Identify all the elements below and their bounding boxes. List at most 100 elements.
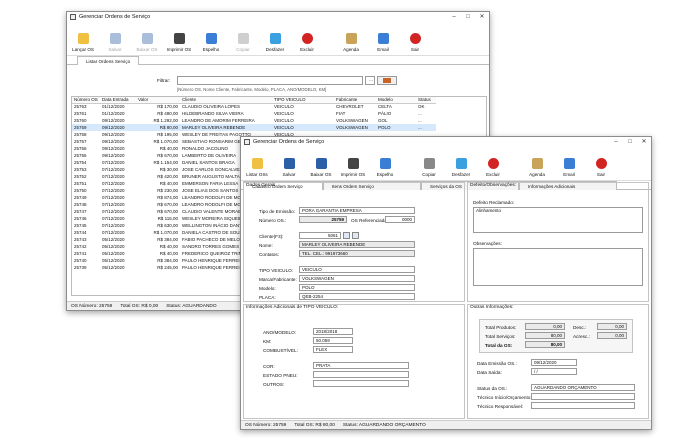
status-os-select[interactable]: AGUARDANDO ORÇAMENTO (531, 384, 635, 391)
marca-label: Marca/Fabricante: (259, 277, 297, 282)
table-row[interactable]: 25759 09/12/2020 R$ 80,00 MARLEY OLIVEIRA R… (72, 124, 436, 131)
tot-serv-field[interactable]: 80,00 (525, 332, 565, 339)
comb-field[interactable]: FLEX (313, 346, 353, 353)
toolbar-button-save[interactable]: Salvar (273, 147, 305, 180)
toolbar-button-power[interactable]: Sair (399, 22, 431, 55)
table-cell: 01/12/2020 (102, 104, 125, 110)
toolbar-button-calendar[interactable]: Agenda (335, 22, 367, 55)
toolbar-button-delete[interactable]: Excluir (291, 22, 323, 55)
toolbar-button-printer[interactable]: Imprimir OS (337, 147, 369, 180)
tec-resp-select[interactable] (531, 402, 635, 409)
copy-icon (422, 156, 436, 170)
table-cell: 25759 (72, 124, 100, 131)
toolbar-button-copy[interactable]: Copiar (227, 22, 259, 55)
toolbar-button-document[interactable]: Espelho (195, 22, 227, 55)
contatos-label: Contatos: (259, 252, 280, 257)
modelo-field[interactable]: POLO (299, 284, 415, 291)
toolbar-button-download[interactable]: Baixar OS (131, 22, 163, 55)
cliente-id-field[interactable]: 5061 (299, 232, 341, 239)
toolbar-button-calendar[interactable]: Agenda (521, 147, 553, 180)
os-ref-field[interactable]: 0000 (385, 216, 415, 223)
tec-inicio-select[interactable] (531, 393, 635, 400)
minimize-button[interactable]: – (609, 137, 623, 147)
obs-textarea[interactable] (473, 248, 643, 286)
status-text: Total OS: R$ 80,00 (294, 423, 335, 428)
tot-os-label: Total da OS: (485, 343, 513, 348)
defeito-title: Defeito/Observações: (470, 183, 517, 188)
table-cell: CLAUDIO OLIVEIRA LOPES (182, 104, 241, 110)
toolbar-button-undo[interactable]: Desfazer (445, 147, 477, 180)
table-cell: OK (418, 104, 425, 110)
toolbar-button-delete[interactable]: Excluir (477, 147, 509, 180)
toolbar-button-copy[interactable]: Copiar (413, 147, 445, 180)
data-emissao-field[interactable]: 09/12/2020 (531, 359, 577, 366)
column-header[interactable]: Número OS (72, 97, 100, 104)
tab-listar-ordens[interactable]: Listar Ordens Serviço (77, 56, 140, 65)
table-cell: 25755 (74, 153, 87, 158)
toolbar-button-email[interactable]: Email (553, 147, 585, 180)
placa-field[interactable]: QEB-2254 (299, 293, 415, 300)
table-cell: R$ 170,00 (157, 104, 178, 110)
maximize-button[interactable]: □ (461, 12, 475, 22)
estado-field[interactable] (313, 371, 409, 378)
tipo-emissao-select[interactable]: PORA GARANTIA EMPRESA (299, 207, 415, 214)
table-cell: 25752 (74, 174, 87, 179)
save-icon (282, 156, 296, 170)
tot-os-field[interactable]: 80,00 (525, 341, 565, 348)
table-cell: R$ 480,00 (157, 111, 178, 116)
toolbar-button-printer[interactable]: Imprimir OS (163, 22, 195, 55)
defeito-textarea[interactable]: Alinhamento (473, 207, 643, 233)
toolbar-button-label: Imprimir OS (340, 172, 366, 177)
table-cell: CELTA (378, 104, 392, 110)
numero-os-field[interactable]: 25759 (299, 216, 347, 223)
contatos-field[interactable]: TEL. CEL.: 991973660 (299, 250, 415, 257)
toolbar-button-new-file[interactable]: Lançar OS (67, 22, 99, 55)
table-row[interactable]: 25760 09/12/2020 R$ 1.292,00 LEANDRO DE AMO… (72, 117, 436, 124)
toolbar: Listar OSs Salvar Baixar OS Imprimir OS Espe… (241, 147, 651, 181)
table-row[interactable]: 25763 01/12/2020 R$ 170,00 CLAUDIO OLIVEIRA… (72, 103, 436, 110)
maximize-button[interactable]: □ (623, 137, 637, 147)
km-field[interactable]: 50.059 (313, 337, 353, 344)
table-cell: 25756 (74, 146, 87, 151)
table-row[interactable]: 25761 01/12/2020 R$ 480,00 HILDEBRANDO SILV… (72, 110, 436, 117)
toolbar-button-save[interactable]: Salvar (99, 22, 131, 55)
acresc-field[interactable]: 0,00 (597, 332, 627, 339)
table-cell: PÁLIO (378, 111, 392, 116)
delete-icon (486, 156, 500, 170)
tot-prod-label: Total Produtos: (485, 325, 517, 330)
marca-select[interactable]: VOLKSWAGEN (299, 275, 415, 282)
power-icon (594, 156, 608, 170)
search-client-icon[interactable] (343, 232, 350, 239)
outros-field[interactable] (313, 380, 409, 387)
table-cell: R$ 384,00 (157, 258, 178, 263)
toolbar-button-label: Desfazer (265, 47, 285, 52)
filter-input[interactable] (177, 76, 363, 85)
table-cell: R$ 245,00 (157, 265, 178, 270)
delete-icon (300, 31, 314, 45)
search-button[interactable] (377, 76, 397, 85)
close-button[interactable]: ✕ (637, 137, 651, 147)
close-button[interactable]: ✕ (475, 12, 489, 22)
table-cell: 09/12/2020 (102, 146, 125, 151)
more-button[interactable]: ... (365, 76, 375, 85)
toolbar-button-undo[interactable]: Desfazer (259, 22, 291, 55)
edit-client-icon[interactable] (352, 232, 359, 239)
toolbar-button-document[interactable]: Espelho (369, 147, 401, 180)
table-cell: R$ 670,00 (157, 153, 178, 158)
cor-field[interactable]: PRATA (313, 362, 409, 369)
data-saida-field[interactable]: / / (531, 368, 577, 375)
toolbar-button-power[interactable]: Sair (585, 147, 617, 180)
table-cell: 07/12/2020 (102, 216, 125, 221)
table-cell: R$ 40,00 (159, 251, 178, 256)
desc-field[interactable]: 0,00 (597, 323, 627, 330)
minimize-button[interactable]: – (447, 12, 461, 22)
toolbar-button-list[interactable]: Listar OSs (241, 147, 273, 180)
nome-field[interactable]: MARLEY OLIVEIRA REBENDE (299, 241, 415, 248)
tipo-veiculo-select[interactable]: VEICULO (299, 266, 415, 273)
toolbar-button-download[interactable]: Baixar OS (305, 147, 337, 180)
tot-prod-field[interactable]: 0,00 (525, 323, 565, 330)
toolbar-button-email[interactable]: Email (367, 22, 399, 55)
ano-field[interactable]: 2018/2018 (313, 328, 353, 335)
toolbar-button-label: Listar OSs (246, 172, 268, 177)
table-cell: 25751 (74, 181, 87, 186)
